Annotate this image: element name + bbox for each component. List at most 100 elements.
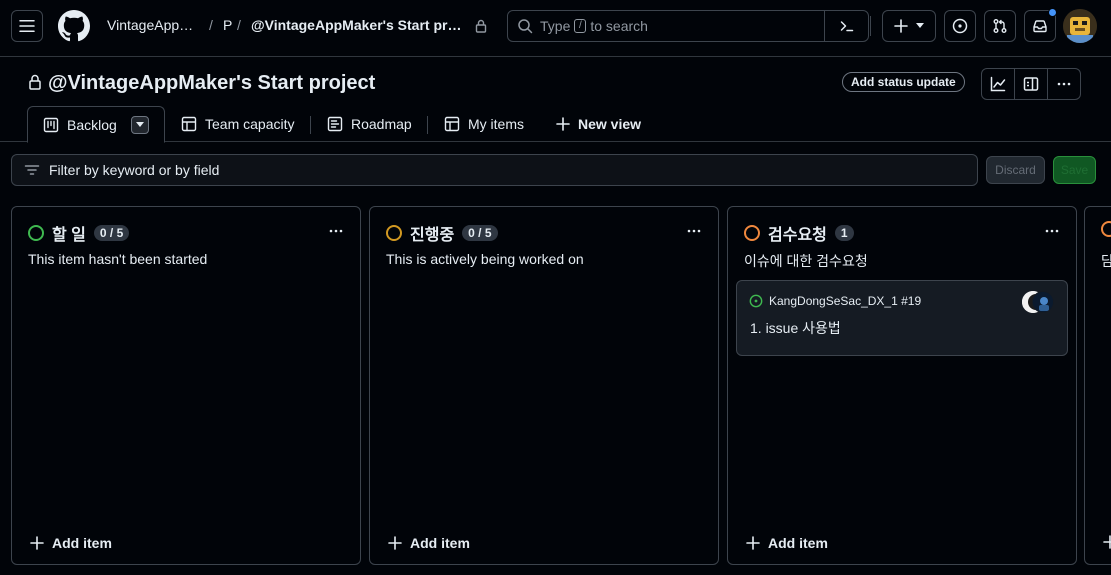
tab-backlog[interactable]: Backlog [27, 106, 165, 143]
side-panel-button[interactable] [1015, 69, 1048, 99]
git-pull-request-icon [993, 19, 1007, 33]
discard-button[interactable]: Discard [986, 156, 1045, 184]
header-divider [870, 16, 871, 36]
issues-button[interactable] [944, 10, 976, 42]
add-status-update-button[interactable]: Add status update [842, 72, 965, 92]
pull-requests-button[interactable] [984, 10, 1016, 42]
column-header: 할 일 0 / 5 [28, 221, 130, 245]
column-menu-button[interactable] [686, 223, 702, 242]
avatar-image-icon [1033, 292, 1053, 312]
project-toolbar [981, 68, 1081, 100]
more-options-button[interactable] [1048, 69, 1080, 99]
tab-label: Team capacity [205, 116, 295, 132]
issue-card[interactable]: KangDongSeSac_DX_1 #19 1. issue 사용법 [736, 280, 1068, 356]
menu-button[interactable] [11, 10, 43, 42]
tab-my-items[interactable]: My items [444, 106, 524, 142]
triangle-down-icon [916, 23, 924, 28]
breadcrumb-project-title[interactable]: @VintageAppMaker's Start proj… [251, 17, 466, 33]
kebab-horizontal-icon [1057, 82, 1071, 86]
column-menu-button[interactable] [328, 223, 344, 242]
slash-shortcut-key: / [574, 19, 587, 33]
tab-label: My items [468, 116, 524, 132]
inbox-icon [1033, 20, 1047, 33]
plus-icon [746, 536, 760, 550]
filter-input[interactable]: Filter by keyword or by field [11, 154, 978, 186]
column-name: 진행중 [410, 227, 455, 244]
unread-notification-dot [1048, 8, 1057, 17]
user-avatar[interactable] [1063, 9, 1097, 43]
card-meta: KangDongSeSac_DX_1 #19 [749, 294, 921, 308]
breadcrumb-projects[interactable]: P [223, 17, 232, 33]
plus-icon [894, 19, 908, 33]
card-title[interactable]: 1. issue 사용법 [750, 318, 841, 338]
column-description: This item hasn't been started [28, 251, 208, 267]
tab-divider [310, 116, 311, 134]
new-view-button[interactable]: New view [556, 106, 641, 142]
hamburger-icon [19, 20, 35, 32]
table-icon [181, 116, 197, 132]
column-item-count: 0 / 5 [462, 225, 498, 241]
search-icon [518, 19, 533, 34]
tab-divider [427, 116, 428, 134]
board-column-in-progress: 진행중 0 / 5 This is actively being worked … [369, 206, 719, 565]
tab-roadmap[interactable]: Roadmap [327, 106, 412, 142]
project-title: @VintageAppMaker's Start project [48, 72, 376, 94]
search-input[interactable]: Type / to search [507, 10, 869, 42]
status-circle-icon [1101, 221, 1111, 237]
column-name: 할 일 [52, 227, 86, 244]
plus-icon [556, 117, 570, 131]
view-options-dropdown[interactable] [130, 115, 149, 134]
board-column-todo: 할 일 0 / 5 This item hasn't been started … [11, 206, 361, 565]
plus-icon [388, 536, 402, 550]
create-new-button[interactable] [882, 10, 936, 42]
kebab-horizontal-icon [687, 229, 701, 233]
filter-placeholder: Filter by keyword or by field [49, 162, 220, 178]
tab-label: Roadmap [351, 116, 412, 132]
issue-opened-icon [749, 294, 763, 308]
add-item-button[interactable]: Add item [30, 535, 112, 551]
sidebar-expand-icon [1023, 77, 1039, 91]
issue-opened-icon [952, 18, 968, 34]
status-circle-icon [386, 225, 402, 241]
column-header: 진행중 0 / 5 [386, 221, 498, 245]
column-item-count: 0 / 5 [93, 225, 130, 241]
status-circle-icon [28, 225, 44, 241]
column-description: This is actively being worked on [386, 251, 584, 267]
column-header [1101, 221, 1111, 237]
column-header: 검수요청 1 [744, 221, 854, 245]
plus-icon [30, 536, 44, 550]
board-column-partial: 담 [1084, 206, 1111, 565]
assignee-avatars [1022, 291, 1056, 313]
add-item-button[interactable]: Add item [746, 535, 828, 551]
add-item-button[interactable] [1103, 535, 1111, 549]
column-item-count: 1 [834, 225, 854, 241]
column-description: 담 [1101, 253, 1111, 269]
card-repo-and-number[interactable]: KangDongSeSac_DX_1 #19 [769, 294, 921, 308]
breadcrumb-owner[interactable]: VintageApp… [107, 17, 193, 33]
plus-icon [1103, 535, 1111, 549]
tab-label: Backlog [67, 116, 117, 133]
board-icon [43, 117, 59, 132]
github-logo-icon[interactable] [58, 10, 90, 42]
column-name: 검수요청 [768, 227, 827, 244]
avatar-image-icon [1063, 9, 1097, 43]
command-palette-button[interactable] [824, 11, 868, 41]
board-column-review-request: 검수요청 1 이슈에 대한 검수요청 KangDongSeSac_DX_1 #1… [727, 206, 1077, 565]
lock-icon [475, 19, 487, 33]
assignee-avatar[interactable] [1032, 291, 1054, 313]
lock-icon [29, 74, 41, 90]
column-description: 이슈에 대한 검수요청 [744, 253, 868, 269]
insights-button[interactable] [982, 69, 1015, 99]
terminal-icon [840, 21, 853, 32]
save-button[interactable]: Save [1053, 156, 1096, 184]
new-view-label: New view [578, 116, 642, 132]
view-tabs: Backlog Team capacity Roadmap My items N… [0, 106, 1111, 143]
column-menu-button[interactable] [1044, 223, 1060, 242]
breadcrumb-separator: / [209, 17, 213, 33]
kebab-horizontal-icon [1045, 229, 1059, 233]
add-item-label: Add item [768, 535, 828, 551]
add-item-button[interactable]: Add item [388, 535, 470, 551]
roadmap-icon [327, 116, 343, 132]
tab-team-capacity[interactable]: Team capacity [181, 106, 294, 142]
search-placeholder: Type / to search [540, 18, 648, 34]
